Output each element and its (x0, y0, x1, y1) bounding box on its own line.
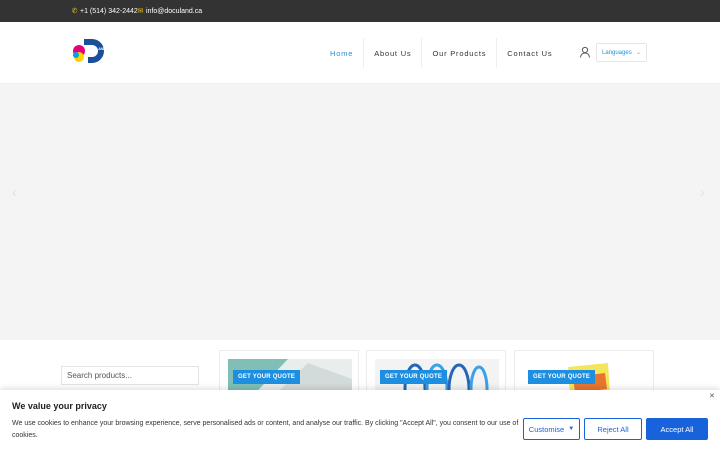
nav-home[interactable]: Home (320, 38, 365, 68)
customise-button[interactable]: Customise ▼ (523, 418, 580, 440)
close-icon[interactable]: ✕ (709, 392, 715, 400)
email-address[interactable]: info@doculand.ca (146, 8, 202, 15)
logo-text: DOCULAND (87, 47, 106, 51)
get-quote-button[interactable]: GET YOUR QUOTE (380, 370, 448, 384)
nav-our-products[interactable]: Our Products (422, 38, 498, 68)
cookie-consent-banner: ✕ We value your privacy We use cookies t… (0, 390, 720, 450)
get-quote-button[interactable]: GET YOUR QUOTE (233, 370, 301, 384)
top-bar: ✆ +1 (514) 342-2442 ✉ info@doculand.ca (0, 0, 720, 26)
cookie-text: We use cookies to enhance your browsing … (12, 420, 519, 439)
language-label: Languages (602, 49, 632, 56)
phone-number[interactable]: +1 (514) 342-2442 (80, 8, 138, 15)
phone-contact[interactable]: ✆ +1 (514) 342-2442 (71, 7, 138, 16)
email-contact[interactable]: ✉ info@doculand.ca (137, 7, 203, 16)
caret-down-icon: ▼ (568, 426, 575, 432)
user-icon[interactable] (579, 46, 591, 58)
language-selector[interactable]: Languages ⌄ (596, 43, 647, 62)
cookie-title: We value your privacy (12, 401, 107, 411)
slider-next-arrow-icon[interactable]: › (700, 184, 705, 200)
customise-label: Customise (528, 424, 565, 434)
reject-all-button[interactable]: Reject All (584, 418, 642, 440)
nav-about-us[interactable]: About Us (364, 38, 423, 68)
envelope-icon: ✉ (137, 8, 144, 15)
search-placeholder: Search products... (67, 371, 132, 380)
site-header: DOCULAND Home About Us Our Products Cont… (0, 22, 720, 84)
chevron-down-icon: ⌄ (635, 50, 641, 56)
hero-slider: ‹ › (0, 84, 720, 340)
get-quote-button[interactable]: GET YOUR QUOTE (528, 370, 596, 384)
product-search-input[interactable]: Search products... (61, 366, 199, 385)
doculand-logo[interactable]: DOCULAND (70, 37, 108, 69)
phone-icon: ✆ (71, 8, 78, 15)
slider-prev-arrow-icon[interactable]: ‹ (12, 184, 17, 200)
accept-all-button[interactable]: Accept All (646, 418, 708, 440)
main-nav: Home About Us Our Products Contact Us (320, 22, 562, 84)
nav-contact-us[interactable]: Contact Us (497, 38, 562, 68)
